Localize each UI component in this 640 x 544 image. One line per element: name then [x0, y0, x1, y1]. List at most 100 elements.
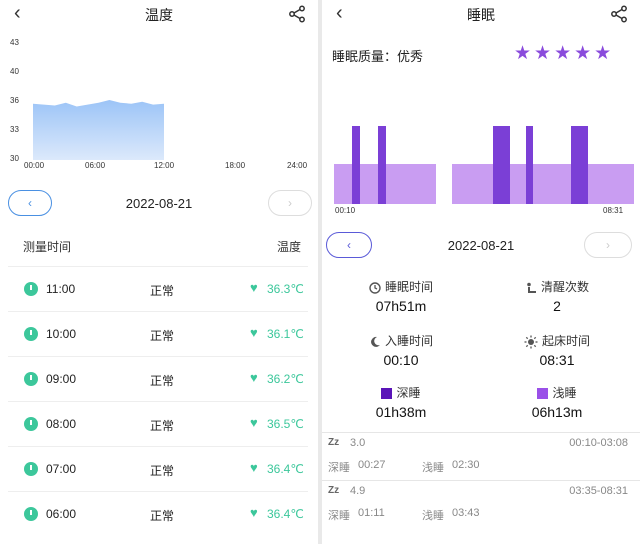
- deep-sleep-bar: [352, 126, 360, 204]
- row-time: 10:00: [46, 327, 77, 341]
- stat-sleep-time: 睡眠时间 07h51m: [326, 278, 476, 314]
- stat-deep-sleep: 深睡 01h38m: [326, 384, 476, 420]
- segment-deep-label: 深睡: [328, 462, 350, 474]
- segment-light-value: 02:30: [452, 459, 480, 471]
- share-icon[interactable]: [610, 5, 628, 23]
- light-sleep-legend-swatch: [537, 388, 549, 400]
- row-temperature: 36.5℃: [267, 417, 304, 431]
- table-row[interactable]: 11:00 正常 ♥ 36.3℃: [8, 266, 308, 312]
- row-status: 正常: [150, 329, 175, 343]
- deep-sleep-bar: [571, 126, 588, 204]
- segment-score: 3.0: [350, 437, 366, 449]
- row-temperature: 36.4℃: [267, 462, 304, 476]
- stat-label: 深睡: [396, 386, 421, 400]
- sleep-panel: ‹ 睡眠 睡眠质量：优秀 ★★★★★ 00:10 08:31 ‹ 2022-08…: [322, 0, 640, 544]
- clock-icon: [24, 462, 38, 476]
- temperature-area-plot: [33, 100, 164, 160]
- sleep-segment-item[interactable]: Zz 4.9 03:35-08:31 深睡 01:11 浅睡 03:43: [322, 480, 640, 527]
- person-waking-icon: [527, 282, 536, 293]
- stat-light-sleep: 浅睡 06h13m: [482, 384, 632, 420]
- row-status: 正常: [150, 464, 175, 478]
- heart-icon: ♥: [250, 415, 258, 430]
- row-status: 正常: [150, 284, 175, 298]
- clock-icon: [24, 327, 38, 341]
- clock-icon: [24, 282, 38, 296]
- stat-value: 00:10: [383, 352, 419, 368]
- table-row[interactable]: 06:00 正常 ♥ 36.4℃: [8, 491, 308, 537]
- heart-icon: ♥: [250, 280, 258, 295]
- column-header-time: 测量时间: [23, 240, 72, 254]
- timeline-end: 08:31: [603, 206, 624, 215]
- segment-deep-value: 00:27: [358, 459, 386, 471]
- zz-icon: Zz: [328, 437, 340, 448]
- temperature-header: ‹ 温度: [0, 0, 318, 28]
- segment-range: 03:35-08:31: [569, 485, 628, 497]
- temperature-area: [33, 100, 164, 160]
- share-icon[interactable]: [288, 5, 306, 23]
- y-tick-label: 43: [10, 38, 19, 47]
- row-time: 11:00: [46, 282, 76, 296]
- row-temperature: 36.4℃: [267, 507, 304, 521]
- row-time: 08:00: [46, 417, 77, 431]
- star-rating: ★★★★★: [514, 43, 615, 64]
- segment-light-label: 浅睡: [422, 462, 444, 474]
- stat-get-up: 起床时间 08:31: [482, 332, 632, 368]
- moon-icon: [371, 336, 380, 347]
- deep-sleep-bar: [378, 126, 386, 204]
- column-header-temperature: 温度: [277, 240, 302, 254]
- x-tick-label: 06:00: [85, 161, 106, 170]
- heart-icon: ♥: [250, 505, 258, 520]
- timeline-start: 00:10: [335, 206, 356, 215]
- segment-deep-label: 深睡: [328, 510, 350, 522]
- zz-icon: Zz: [328, 485, 340, 496]
- stat-label: 浅睡: [552, 386, 577, 400]
- row-time: 06:00: [46, 507, 77, 521]
- stat-value: 07h51m: [375, 298, 427, 314]
- row-time: 07:00: [46, 462, 77, 476]
- page-title: 睡眠: [467, 7, 495, 23]
- x-tick-label: 18:00: [225, 161, 246, 170]
- heart-icon: ♥: [250, 370, 258, 385]
- deep-sleep-bar: [493, 126, 510, 204]
- sleep-header: ‹ 睡眠: [322, 0, 640, 28]
- row-status: 正常: [150, 419, 175, 433]
- segment-light-label: 浅睡: [422, 510, 444, 522]
- y-tick-label: 30: [10, 154, 19, 163]
- stat-wake-count: 清醒次数 2: [482, 278, 632, 314]
- heart-icon: ♥: [250, 460, 258, 475]
- y-tick-label: 40: [10, 67, 19, 76]
- temperature-panel: ‹ 温度 43 40 36 33 30 00:00 06:00 12:00 18…: [0, 0, 318, 544]
- table-row[interactable]: 07:00 正常 ♥ 36.4℃: [8, 446, 308, 492]
- table-row[interactable]: 09:00 正常 ♥ 36.2℃: [8, 356, 308, 402]
- sun-icon: [524, 335, 538, 349]
- table-row[interactable]: 08:00 正常 ♥ 36.5℃: [8, 401, 308, 447]
- light-sleep-bar: [452, 164, 634, 204]
- stat-fall-asleep: 入睡时间 00:10: [326, 332, 476, 368]
- table-row[interactable]: 10:00 正常 ♥ 36.1℃: [8, 311, 308, 357]
- y-tick-label: 36: [10, 96, 19, 105]
- next-day-button[interactable]: ›: [268, 190, 312, 216]
- clock-icon: [24, 372, 38, 386]
- y-tick-label: 33: [10, 125, 19, 134]
- sleep-quality-label: 睡眠质量：优秀: [332, 49, 424, 64]
- stat-value: 2: [553, 298, 561, 314]
- x-tick-label: 00:00: [24, 161, 45, 170]
- next-day-button[interactable]: ›: [584, 232, 632, 258]
- deep-sleep-bar: [526, 126, 533, 204]
- sleep-segment-item[interactable]: Zz 3.0 00:10-03:08 深睡 00:27 浅睡 02:30: [322, 432, 640, 479]
- segment-light-value: 03:43: [452, 507, 480, 519]
- row-status: 正常: [150, 374, 175, 388]
- stat-value: 08:31: [539, 352, 575, 368]
- page-title: 温度: [145, 7, 173, 23]
- stat-label: 睡眠时间: [384, 280, 433, 294]
- deep-sleep-legend-swatch: [381, 388, 393, 400]
- row-status: 正常: [150, 509, 175, 523]
- segment-deep-value: 01:11: [358, 507, 385, 519]
- stat-label: 起床时间: [541, 334, 590, 348]
- clock-icon: [24, 507, 38, 521]
- stat-label: 清醒次数: [540, 280, 589, 294]
- row-temperature: 36.2℃: [267, 372, 304, 386]
- row-time: 09:00: [46, 372, 77, 386]
- segment-score: 4.9: [350, 485, 366, 497]
- stat-label: 入睡时间: [384, 334, 433, 348]
